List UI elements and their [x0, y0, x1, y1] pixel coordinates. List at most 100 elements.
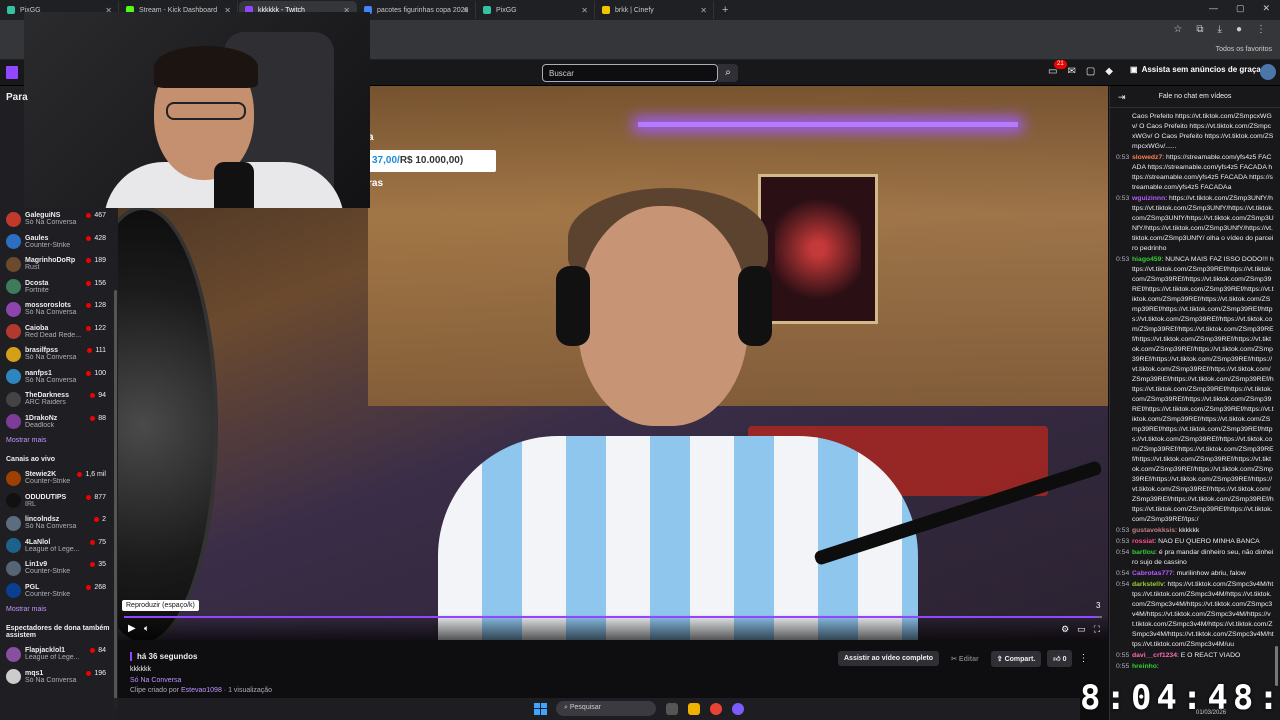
- viewer-count-value: 84: [98, 647, 106, 654]
- sidebar-channel-item[interactable]: Stewie2K Counter-Strike 1,6 mil: [0, 467, 118, 490]
- inbox-icon[interactable]: ✉: [1067, 66, 1075, 77]
- sidebar-heading: Para: [6, 92, 28, 103]
- chat-username[interactable]: Cabrotas777: [1132, 570, 1173, 577]
- sidebar-channel-item[interactable]: TheDarkness ARC Raiders 94: [0, 388, 118, 411]
- start-icon[interactable]: [534, 702, 547, 715]
- chat-username[interactable]: rossiat: [1132, 538, 1154, 545]
- new-tab-button[interactable]: +: [722, 4, 728, 16]
- clip-suffix: · 1 visualização: [221, 687, 273, 694]
- user-avatar[interactable]: [1260, 64, 1276, 80]
- share-button[interactable]: ⇪ Compart.: [990, 650, 1042, 667]
- sidebar-channel-item[interactable]: mossoroslots Só Na Conversa 128: [0, 298, 118, 321]
- bookmarks-folder[interactable]: Todos os favoritos: [1216, 46, 1272, 53]
- sidebar-channel-item[interactable]: Flapjacklol1 League of Lege... 84: [0, 643, 118, 666]
- channel-avatar: [6, 234, 21, 250]
- viewer-count: 35: [90, 561, 106, 568]
- bits-icon[interactable]: ◆: [1105, 66, 1113, 77]
- chat-username[interactable]: hreinho: [1132, 663, 1157, 670]
- show-more-followed[interactable]: Mostrar mais: [0, 433, 118, 452]
- star-icon[interactable]: ☆: [1173, 24, 1182, 35]
- collapse-chat-icon[interactable]: ⇥: [1118, 86, 1126, 108]
- close-tab-icon[interactable]: ✕: [700, 6, 707, 15]
- chat-message: 0:54 darkstellv: https://vt.tiktok.com/ZS…: [1116, 580, 1274, 650]
- taskbar-search[interactable]: ⌕ Pesquisar: [556, 701, 656, 716]
- sidebar-channel-item[interactable]: Gaules Counter-Strike 428: [0, 231, 118, 254]
- download-icon[interactable]: ⤓: [1218, 24, 1222, 35]
- video-progress-bar[interactable]: [124, 616, 1102, 618]
- sidebar-channel-item[interactable]: GaleguiNS Só Na Conversa 467: [0, 208, 118, 231]
- volume-button[interactable]: 🔈︎: [144, 623, 149, 634]
- search-input[interactable]: Buscar: [542, 64, 718, 82]
- clip-author-link[interactable]: Estevao1098: [181, 687, 222, 694]
- chat-username[interactable]: wguizinnn: [1132, 195, 1165, 202]
- sidebar-channel-item[interactable]: 4LaNlol League of Lege... 75: [0, 535, 118, 558]
- chat-username[interactable]: gustavokksis: [1132, 527, 1175, 534]
- viewer-count: 428: [86, 235, 106, 242]
- chat-username[interactable]: slowedz7: [1132, 154, 1162, 161]
- also-watch-list: Flapjacklol1 League of Lege... 84 mqs1 Só Na…: [0, 643, 118, 688]
- play-button[interactable]: ▶: [128, 623, 140, 635]
- viewer-count: 467: [86, 212, 106, 219]
- channel-name: Flapjacklol1: [25, 647, 66, 655]
- theatre-mode-icon[interactable]: ▭: [1077, 624, 1086, 635]
- close-tab-icon[interactable]: ✕: [581, 6, 588, 15]
- sidebar-scrollbar[interactable]: [114, 290, 117, 710]
- fullscreen-icon[interactable]: ⛶: [1094, 624, 1100, 635]
- chrome-icon[interactable]: [710, 702, 722, 715]
- chat-message: 0:55 davi__crf1234: E O REACT VIADO: [1116, 651, 1274, 661]
- clip-category[interactable]: Só Na Conversa: [130, 677, 181, 684]
- sidebar-channel-item[interactable]: ODUDUTIPS IRL 877: [0, 490, 118, 513]
- chat-header: ⇥ Fale no chat em vídeos: [1110, 86, 1280, 108]
- sidebar-channel-item[interactable]: mqs1 Só Na Conversa 196: [0, 666, 118, 689]
- close-window-icon[interactable]: ✕: [1262, 3, 1270, 14]
- chat-username[interactable]: bartlou: [1132, 549, 1155, 556]
- channel-name: lincolndsz: [25, 516, 60, 524]
- notifications-icon[interactable]: ▭ 21: [1048, 60, 1067, 77]
- chat-text: E O REACT VIADO: [1180, 652, 1241, 659]
- chat-username[interactable]: davi__crf1234: [1132, 652, 1177, 659]
- sidebar-channel-item[interactable]: Lin1v9 Counter-Strike 35: [0, 557, 118, 580]
- minimize-icon[interactable]: —: [1209, 3, 1218, 14]
- tab-label: pacotes figurinhas copa 2026: [377, 6, 469, 14]
- chat-username[interactable]: hiago459: [1132, 256, 1161, 263]
- maximize-icon[interactable]: ▢: [1236, 3, 1245, 14]
- sidebar-channel-item[interactable]: PGL Counter-Strike 268: [0, 580, 118, 603]
- live-dot-icon: [86, 584, 92, 590]
- channel-avatar: [6, 583, 21, 599]
- sidebar-channel-item[interactable]: Caioba Red Dead Rede... 122: [0, 321, 118, 344]
- like-button[interactable]: 👍︎ 0: [1047, 650, 1073, 667]
- task-view-icon[interactable]: [666, 702, 678, 715]
- profile-icon[interactable]: ●: [1236, 24, 1242, 35]
- settings-gear-icon[interactable]: ⚙: [1061, 624, 1069, 635]
- overlay-sub-text: ras: [368, 178, 384, 189]
- browser-tab[interactable]: brkk | Cinefy ✕: [596, 1, 714, 19]
- channel-name: Gaules: [25, 234, 49, 242]
- show-more-live[interactable]: Mostrar mais: [0, 602, 118, 621]
- viewer-count: 94: [90, 392, 106, 399]
- browser-tab[interactable]: PixGG ✕: [477, 1, 595, 19]
- live-dot-icon: [90, 648, 96, 653]
- search-button[interactable]: ⌕: [718, 64, 738, 82]
- chat-username[interactable]: darkstellv: [1132, 581, 1164, 588]
- extensions-icon[interactable]: ⧉: [1196, 24, 1203, 35]
- sidebar-channel-item[interactable]: lincolndsz Só Na Conversa 2: [0, 512, 118, 535]
- sidebar-channel-item[interactable]: brasilfpss Só Na Conversa 111: [0, 343, 118, 366]
- channel-avatar: [6, 414, 21, 430]
- sidebar-channel-item[interactable]: nanfps1 Só Na Conversa 100: [0, 366, 118, 389]
- browser-tab[interactable]: pacotes figurinhas copa 2026 ✕: [358, 1, 476, 19]
- twitch-logo-icon[interactable]: [6, 66, 18, 79]
- sidebar-channel-item[interactable]: Dcosta Fortnite 156: [0, 276, 118, 299]
- whispers-icon[interactable]: ▢: [1086, 66, 1095, 77]
- edit-button[interactable]: ✂ Editar: [945, 651, 985, 667]
- sidebar-channel-item[interactable]: MagrinhoDoRp Rust 189: [0, 253, 118, 276]
- more-options-icon[interactable]: ⋮: [1078, 653, 1088, 664]
- watch-full-video-button[interactable]: Assistir ao vídeo completo: [838, 651, 940, 666]
- chat-text: NUNCA MAIS FAZ ISSO DODO!!! https://vt.t…: [1132, 256, 1274, 523]
- prime-ad-free-button[interactable]: ▣ Assista sem anúncios de graça: [1130, 65, 1261, 74]
- menu-dots-icon[interactable]: ⋮: [1256, 24, 1266, 35]
- close-tab-icon[interactable]: ✕: [462, 6, 469, 15]
- file-explorer-icon[interactable]: [688, 702, 700, 715]
- channel-game: Rust: [25, 264, 40, 272]
- sidebar-channel-item[interactable]: 1DrakoNz Deadlock 88: [0, 411, 118, 434]
- discord-icon[interactable]: [732, 702, 744, 715]
